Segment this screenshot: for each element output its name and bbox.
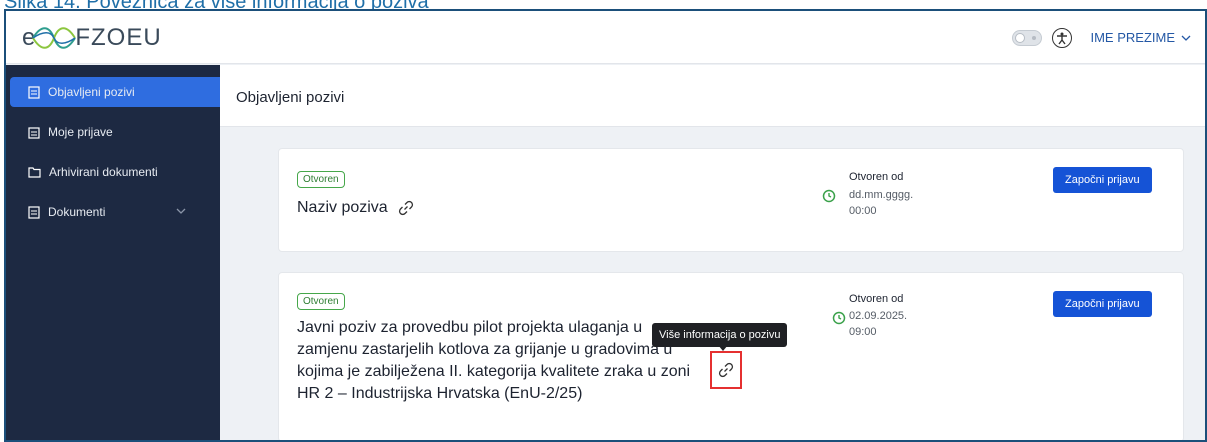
call-title: Javni poziv za provedbu pilot projekta u… <box>297 317 690 405</box>
page-title: Objavljeni pozivi <box>236 89 345 106</box>
theme-toggle[interactable] <box>1012 29 1043 46</box>
open-time: 00:00 <box>849 205 877 217</box>
logo-wave-icon <box>32 27 77 49</box>
sidebar-item-arhivirani-dokumenti[interactable]: Arhivirani dokumenti <box>10 157 238 187</box>
content-header: Objavljeni pozivi <box>220 65 1205 127</box>
toggle-dot <box>1032 35 1037 40</box>
call-title-text: Naziv poziva <box>297 199 388 216</box>
link-highlight-box <box>710 351 742 389</box>
call-title-line: HR 2 – Industrijska Hrvatska (EnU-2/25) <box>297 385 583 402</box>
sidebar-item-label: Objavljeni pozivi <box>48 85 135 99</box>
sidebar-item-objavljeni-pozivi[interactable]: Objavljeni pozivi <box>10 77 238 107</box>
more-info-tooltip: Više informacija o pozivu <box>652 323 788 347</box>
link-icon[interactable] <box>718 362 734 378</box>
accessibility-figure-icon <box>1057 32 1068 44</box>
call-card: Otvoren Naziv poziva Otvoren od dd.mm.gg… <box>278 148 1184 252</box>
call-title: Naziv poziva <box>297 197 414 219</box>
toggle-knob <box>1015 32 1026 43</box>
open-label: Otvoren od <box>849 171 904 183</box>
document-icon <box>28 205 40 219</box>
document-icon <box>28 85 40 99</box>
open-date: dd.mm.gggg. <box>849 189 914 201</box>
call-title-line: zamjenu zastarjelih kotlova za grijanje … <box>297 341 673 358</box>
clipboard-icon <box>28 126 40 139</box>
clock-icon <box>822 189 836 203</box>
sidebar-item-label: Arhivirani dokumenti <box>49 165 158 179</box>
start-application-button[interactable]: Započni prijavu <box>1053 167 1152 193</box>
clock-icon <box>832 311 846 325</box>
call-title-line: Javni poziv za provedbu pilot projekta u… <box>297 319 643 336</box>
app-logo[interactable]: e FZOEU <box>22 23 162 53</box>
start-application-button[interactable]: Započni prijavu <box>1053 291 1152 317</box>
open-date: 02.09.2025. <box>849 310 908 322</box>
open-time: 09:00 <box>849 326 877 338</box>
user-menu-button[interactable]: IME PREZIME <box>1090 30 1191 45</box>
sidebar-item-label: Moje prijave <box>48 125 113 139</box>
sidebar-item-moje-prijave[interactable]: Moje prijave <box>10 117 238 147</box>
status-badge: Otvoren <box>297 293 345 310</box>
top-header: e FZOEU IME PREZIME <box>6 11 1205 64</box>
app-window: e FZOEU IME PREZIME Objavljeni pozivi Mo… <box>4 9 1207 442</box>
status-badge: Otvoren <box>297 171 345 188</box>
sidebar-item-label: Dokumenti <box>48 205 106 219</box>
sidebar-item-dokumenti[interactable]: Dokumenti <box>10 197 238 227</box>
accessibility-icon[interactable] <box>1052 27 1073 48</box>
user-name: IME PREZIME <box>1090 30 1175 45</box>
link-icon[interactable] <box>398 200 414 216</box>
header-controls: IME PREZIME <box>1012 11 1191 64</box>
sidebar: Objavljeni pozivi Moje prijave Arhiviran… <box>6 65 238 440</box>
call-title-line: kojima je zabilježena II. kategorija kva… <box>297 363 691 380</box>
open-label: Otvoren od <box>849 293 904 305</box>
chevron-down-icon[interactable] <box>176 207 186 215</box>
chevron-down-icon <box>1181 35 1191 41</box>
logo-text: FZOEU <box>75 24 162 51</box>
folder-icon <box>28 167 41 178</box>
